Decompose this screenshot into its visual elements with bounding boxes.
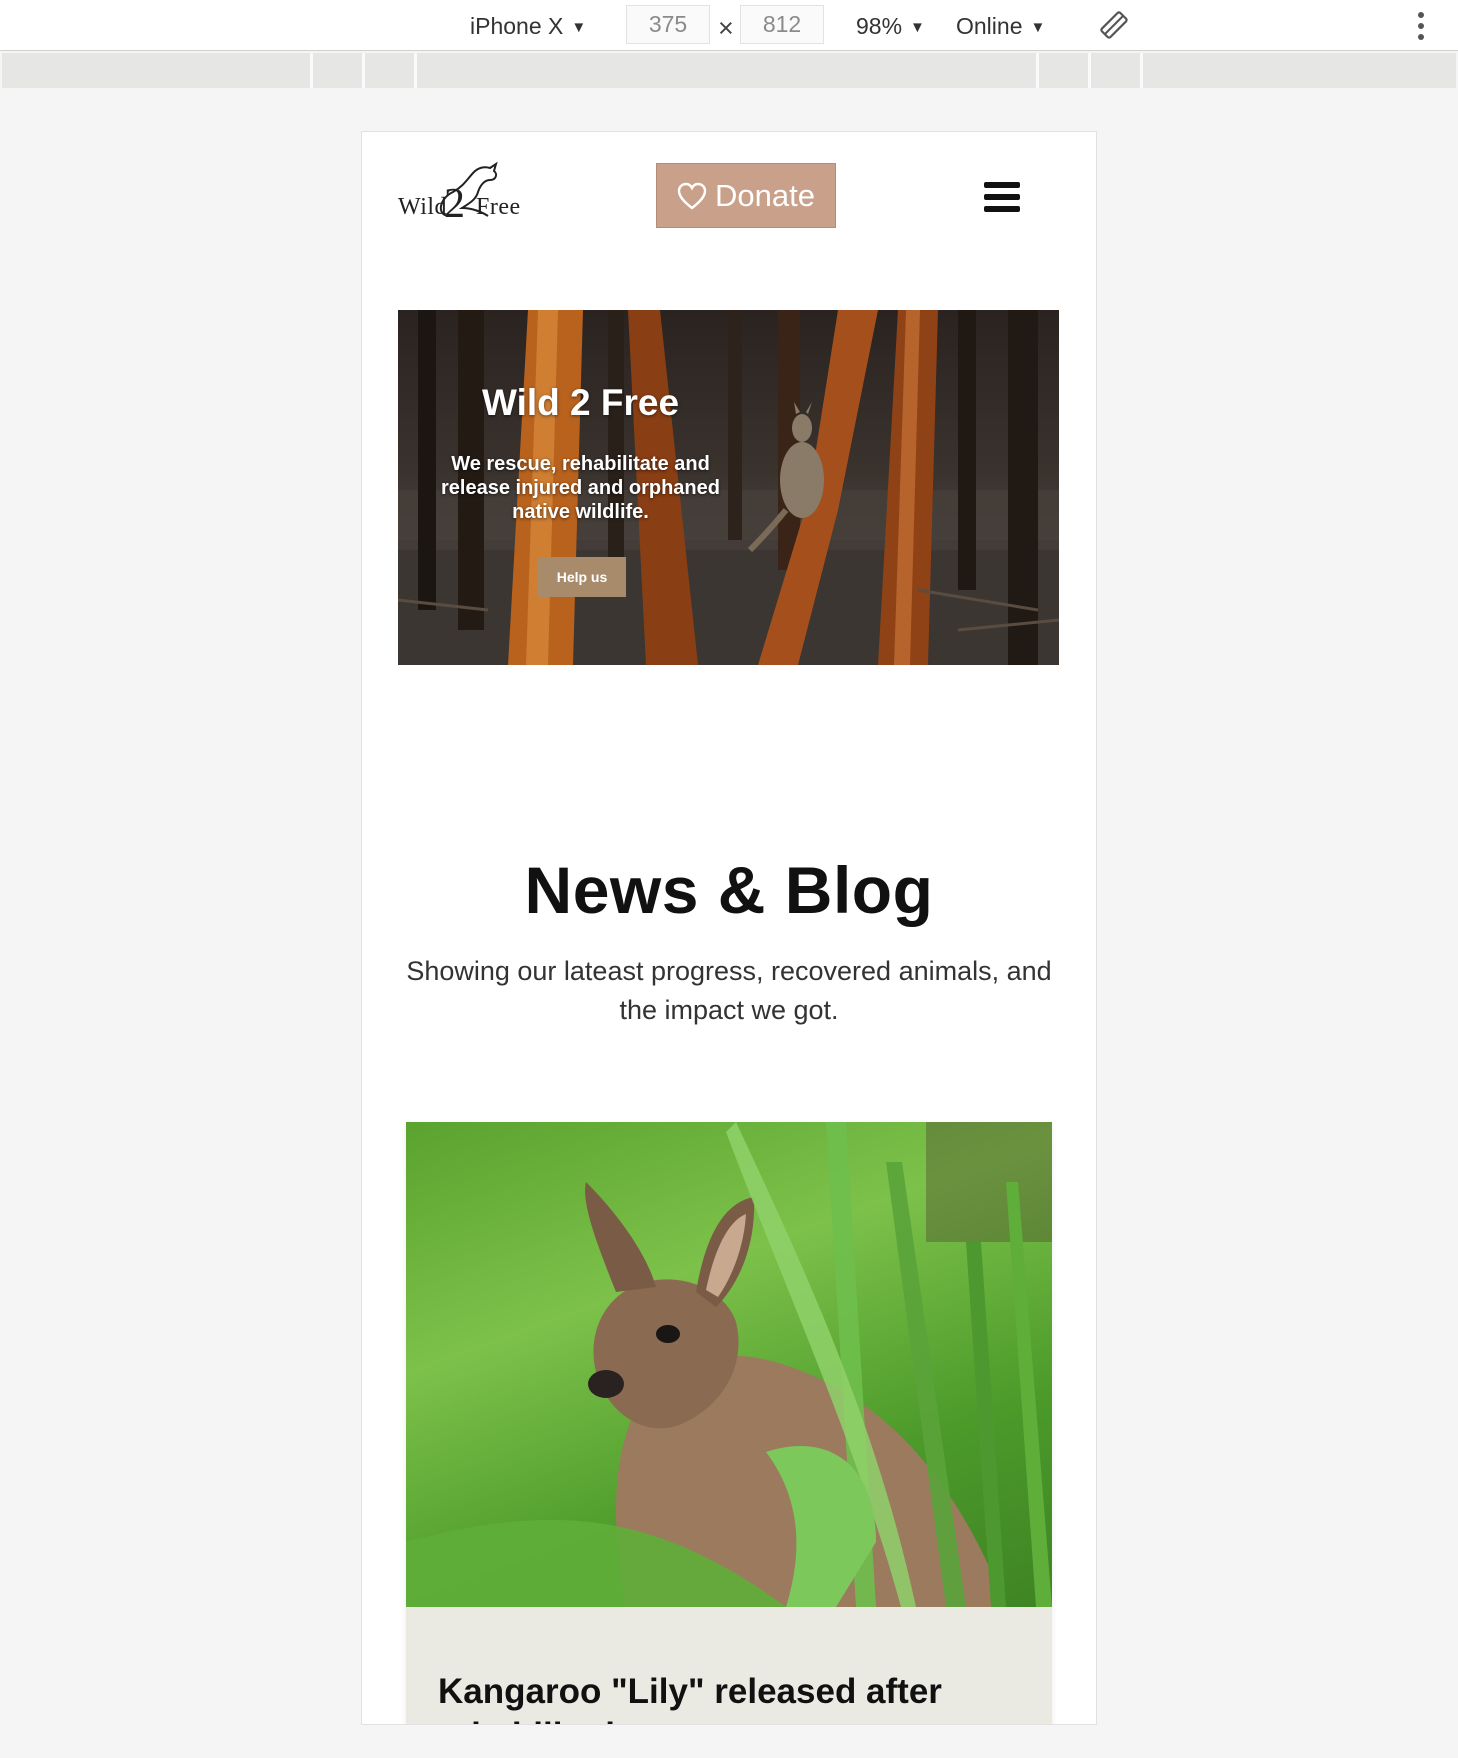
media-query-bar[interactable] — [2, 53, 1456, 88]
device-label: iPhone X — [470, 13, 564, 39]
logo-text-right: Free — [476, 194, 521, 220]
heart-icon — [677, 182, 707, 210]
hero-description: We rescue, rehabilitate and release inju… — [441, 453, 720, 523]
zoom-dropdown-icon: ▼ — [910, 19, 925, 36]
site-logo[interactable]: Wild 2 Free — [398, 158, 528, 228]
donate-label: Donate — [715, 178, 815, 213]
site-header: Wild 2 Free Donate — [362, 132, 1096, 262]
network-throttle-select[interactable]: Online ▼ — [956, 9, 1045, 43]
blog-post-card[interactable]: Kangaroo "Lily" released after rehabilit… — [406, 1122, 1052, 1724]
network-label: Online — [956, 13, 1023, 39]
zoom-label: 98% — [856, 13, 903, 39]
network-dropdown-icon: ▼ — [1030, 19, 1046, 36]
hamburger-icon[interactable] — [984, 182, 1020, 212]
device-viewport: Wild 2 Free Donate Wild 2 Free We rescue… — [361, 131, 1097, 1725]
donate-button[interactable]: Donate — [656, 163, 836, 228]
zoom-select[interactable]: 98% ▼ — [856, 9, 925, 43]
hero-title: Wild 2 Free — [481, 382, 680, 423]
news-section-subtitle: Showing our lateast progress, recovered … — [406, 956, 1052, 1025]
rotate-icon[interactable] — [1098, 9, 1130, 41]
logo-text-left: Wild — [398, 194, 448, 220]
devtools-toolbar: iPhone X ▼ 375 × 812 98% ▼ Online ▼ — [0, 0, 1458, 51]
viewport-height-input[interactable]: 812 — [740, 5, 824, 44]
help-us-button[interactable]: Help us — [538, 557, 626, 597]
times-icon: × — [718, 13, 734, 43]
blog-post-title: Kangaroo "Lily" released after rehabilit… — [438, 1672, 942, 1724]
wallaby-photo — [406, 1122, 1052, 1607]
logo-text-middle: 2 — [444, 181, 466, 227]
news-section-title: News & Blog — [524, 853, 934, 927]
device-select[interactable]: iPhone X ▼ — [470, 9, 586, 43]
viewport-width-input[interactable]: 375 — [626, 5, 710, 44]
wallaby-in-grass-image — [406, 1122, 1052, 1607]
hero-banner: Wild 2 Free We rescue, rehabilitate and … — [398, 310, 1059, 665]
device-dropdown-icon: ▼ — [571, 19, 587, 36]
kebab-menu-icon[interactable] — [1416, 10, 1426, 42]
